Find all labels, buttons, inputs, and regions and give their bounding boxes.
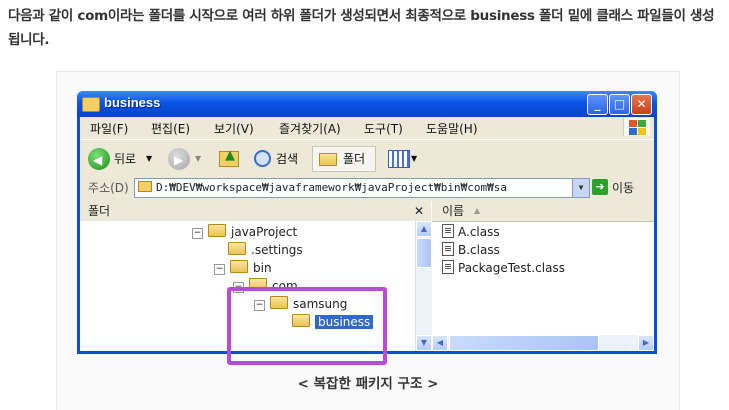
folder-icon [228,242,246,255]
folders-icon [319,153,337,166]
forward-dropdown-icon[interactable]: ▼ [195,146,201,172]
folders-button[interactable]: 폴더 [312,146,376,172]
menu-favorites[interactable]: 즐겨찾기(A) [279,120,341,137]
window-title: business [104,95,161,110]
column-name-header[interactable]: 이름 [442,201,464,221]
folder-pane-header: 폴더 ✕ [80,201,431,222]
tree-label: .settings [251,243,303,257]
scroll-down-icon[interactable]: ▼ [416,335,432,351]
back-label: 뒤로 [114,152,137,166]
tree-label: bin [253,261,272,275]
views-icon [388,150,410,168]
scroll-right-icon[interactable]: ▶ [638,335,654,351]
tree-node-javaproject[interactable]: − javaProject [192,223,297,241]
figure-card: business _ □ ✕ 파일(F) 편집(E) 보기(V) 즐겨찾기(A)… [56,71,680,410]
scroll-left-icon[interactable]: ◀ [432,335,448,351]
search-button[interactable]: 검색 [252,146,308,172]
folder-icon [82,97,100,112]
menu-file[interactable]: 파일(F) [90,120,128,137]
file-list-header: 이름 ▲ [432,201,654,222]
menu-tools[interactable]: 도구(T) [364,120,403,137]
scroll-up-icon[interactable]: ▲ [416,221,432,237]
maximize-button[interactable]: □ [609,94,630,115]
go-button[interactable]: 이동 [612,179,634,196]
up-arrow-icon: ▲ [225,148,235,163]
back-arrow-icon [88,147,110,173]
menu-view[interactable]: 보기(V) [214,120,254,137]
toolbar: 뒤로 ▼ ▼ ▲ 검색 폴더 [80,139,654,176]
address-dropdown-icon[interactable]: ▼ [572,179,589,197]
menu-edit[interactable]: 편집(E) [151,120,190,137]
up-folder-button[interactable]: ▲ [216,146,242,172]
sort-arrow-icon: ▲ [474,206,481,215]
file-icon [442,224,454,238]
collapse-icon[interactable]: − [214,264,225,275]
back-button[interactable]: 뒤로 ▼ [88,146,158,173]
folders-label: 폴더 [343,152,366,166]
file-item[interactable]: PackageTest.class [442,259,565,277]
views-dropdown-icon[interactable]: ▼ [411,146,417,172]
highlight-box [227,287,387,365]
forward-arrow-icon [168,147,190,173]
go-arrow-icon[interactable]: ➜ [592,179,608,195]
collapse-icon[interactable]: − [192,228,203,239]
file-name: A.class [458,225,500,239]
tree-label: javaProject [231,225,298,239]
tree-node-bin[interactable]: − bin [214,259,272,277]
folder-pane-close-button[interactable]: ✕ [414,201,424,221]
intro-text: 다음과 같이 com이라는 폴더를 시작으로 여러 하위 폴더가 생성되면서 최… [8,8,715,48]
tree-node-settings[interactable]: .settings [228,241,303,259]
file-name: B.class [458,243,500,257]
folder-pane-title: 폴더 [88,204,111,218]
file-item[interactable]: A.class [442,223,500,241]
address-label: 주소(D) [88,181,129,195]
minimize-button[interactable]: _ [587,94,608,115]
scroll-thumb[interactable] [416,238,432,268]
back-dropdown-icon[interactable]: ▼ [146,146,152,172]
menu-bar: 파일(F) 편집(E) 보기(V) 즐겨찾기(A) 도구(T) 도움말(H) [80,117,654,137]
search-icon [254,150,271,167]
windows-logo-icon [623,118,650,136]
panels: 폴더 ✕ 이름 ▲ − javaProject .settings − bin [80,201,654,365]
address-value: D:₩DEV₩workspace₩javaframework₩javaProje… [156,181,507,194]
folder-icon [208,224,226,237]
file-list-scrollbar[interactable]: ◀ ▶ [432,335,654,351]
file-icon [442,242,454,256]
views-button[interactable]: ▼ [386,146,422,172]
search-label: 검색 [276,152,299,166]
folder-icon [230,260,248,273]
title-bar[interactable]: business _ □ ✕ [77,91,657,117]
file-list: A.class B.class PackageTest.class [436,221,638,351]
window-client: 파일(F) 편집(E) 보기(V) 즐겨찾기(A) 도구(T) 도움말(H) 뒤… [80,117,654,365]
folder-tree-scrollbar[interactable]: ▲ ▼ [415,221,432,351]
address-input[interactable]: D:₩DEV₩workspace₩javaframework₩javaProje… [134,178,590,198]
forward-button[interactable]: ▼ [168,146,208,173]
file-name: PackageTest.class [458,261,565,275]
close-button[interactable]: ✕ [631,94,652,115]
file-item[interactable]: B.class [442,241,500,259]
file-icon [442,260,454,274]
menu-help[interactable]: 도움말(H) [426,120,478,137]
folder-icon [138,181,152,192]
explorer-window: business _ □ ✕ 파일(F) 편집(E) 보기(V) 즐겨찾기(A)… [77,91,657,365]
address-bar: 주소(D) D:₩DEV₩workspace₩javaframework₩jav… [80,177,654,199]
figure-caption: < 복잡한 패키지 구조 > [297,376,439,392]
scroll-thumb[interactable] [449,335,599,351]
